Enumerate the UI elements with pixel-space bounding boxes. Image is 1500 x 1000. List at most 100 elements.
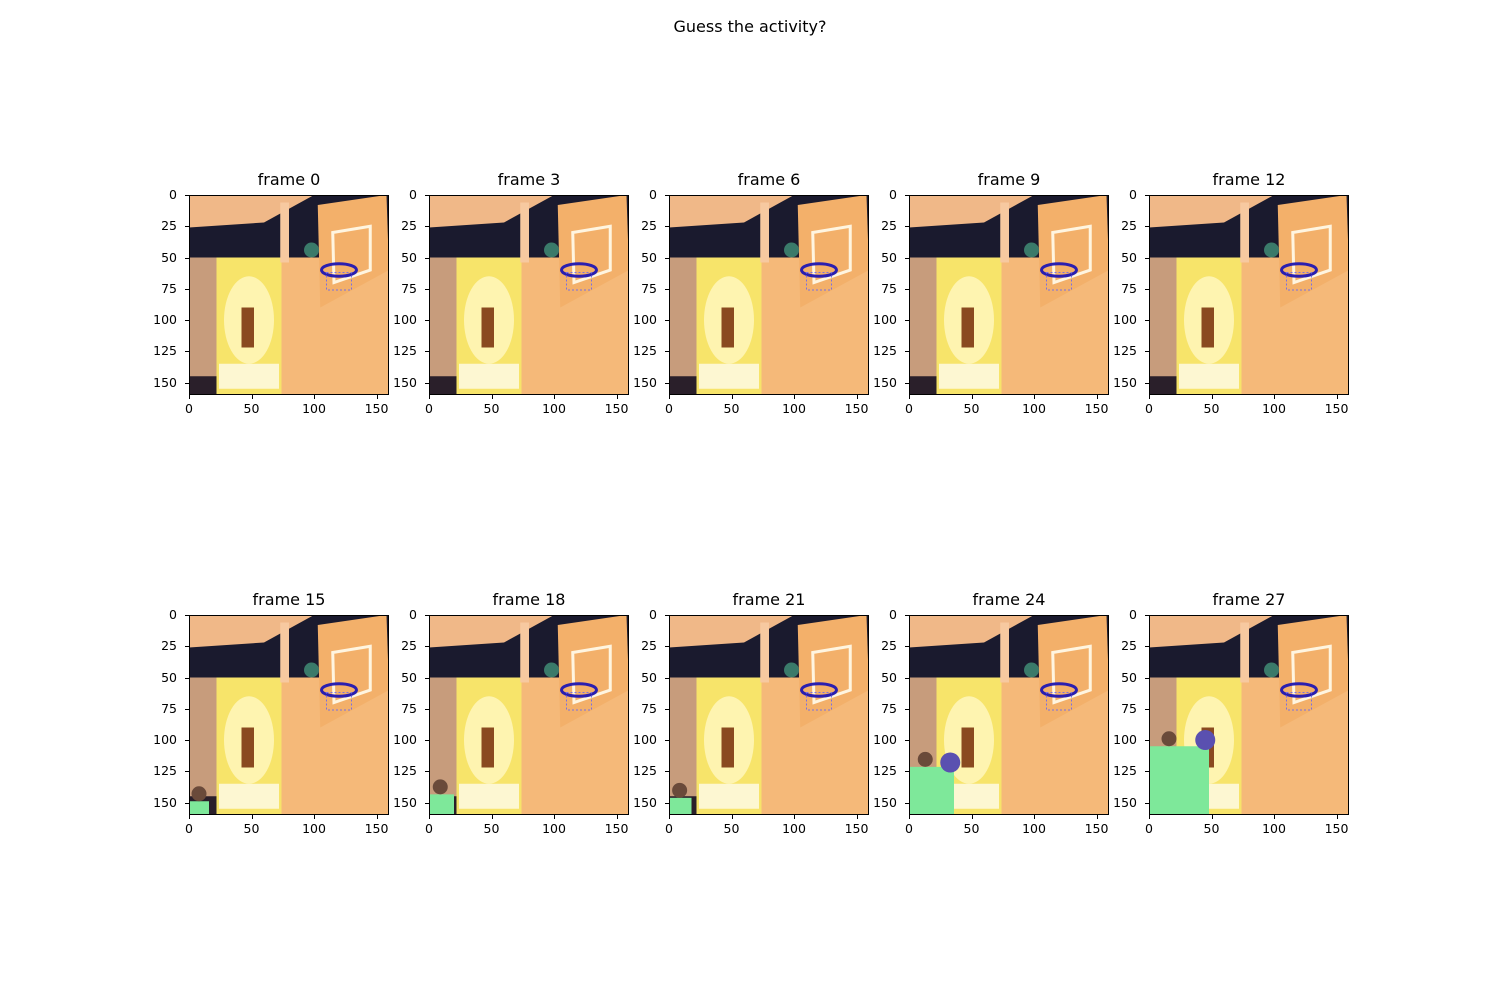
- x-tick: [314, 815, 315, 819]
- y-tick: [185, 708, 189, 710]
- y-tick: [905, 351, 909, 353]
- y-tick: [905, 771, 909, 773]
- x-tick: [429, 395, 430, 399]
- x-tick: [856, 815, 858, 819]
- y-tick: [905, 257, 909, 259]
- y-tick-label: 0: [409, 607, 417, 622]
- video-frame: [189, 195, 389, 395]
- y-tick: [185, 615, 189, 616]
- y-tick: [665, 382, 669, 384]
- x-tick-label: 150: [1324, 401, 1349, 416]
- y-tick-label: 100: [873, 732, 897, 747]
- x-tick: [794, 395, 795, 399]
- y-tick: [665, 615, 669, 616]
- y-tick-label: 100: [873, 312, 897, 327]
- wall-logo: [1264, 662, 1279, 678]
- y-tick-label: 50: [641, 669, 657, 685]
- wall-logo: [544, 242, 559, 258]
- y-tick-label: 25: [161, 638, 177, 654]
- panel-title: frame 24: [972, 590, 1046, 609]
- floor-shadow: [669, 376, 697, 395]
- y-tick-label: 150: [153, 794, 177, 810]
- wall-logo: [1024, 662, 1039, 678]
- y-tick: [425, 195, 429, 196]
- x-tick-label: 50: [1203, 821, 1220, 836]
- y-tick-label: 50: [401, 249, 417, 265]
- wall-logo: [784, 242, 799, 258]
- y-tick: [665, 257, 669, 259]
- player-body: [909, 766, 954, 815]
- y-tick-label: 25: [881, 638, 897, 654]
- x-tick-label: 50: [963, 401, 980, 416]
- y-tick: [905, 382, 909, 384]
- banner-figure: [961, 307, 974, 348]
- y-tick-label: 75: [881, 280, 897, 296]
- x-tick-label: 50: [483, 821, 500, 836]
- x-tick-label: 0: [185, 401, 193, 416]
- y-tick: [185, 226, 189, 228]
- y-tick-label: 50: [161, 249, 177, 265]
- player-head: [1161, 731, 1177, 747]
- y-tick-label: 125: [153, 763, 177, 779]
- x-tick: [1336, 395, 1338, 399]
- player-head: [191, 786, 207, 802]
- banner-figure: [1201, 307, 1214, 348]
- y-tick: [425, 708, 429, 710]
- x-tick-label: 0: [425, 821, 433, 836]
- player-body: [189, 801, 209, 815]
- y-tick: [905, 288, 909, 290]
- x-tick-label: 50: [243, 821, 260, 836]
- floor-shadow: [429, 376, 457, 395]
- y-tick-label: 75: [161, 700, 177, 716]
- x-tick: [1211, 815, 1213, 819]
- y-tick-label: 75: [881, 700, 897, 716]
- y-tick-label: 75: [161, 280, 177, 296]
- wall-logo: [784, 662, 799, 678]
- y-tick: [665, 226, 669, 228]
- y-tick: [665, 740, 669, 741]
- y-tick: [1145, 351, 1149, 353]
- y-tick-label: 0: [409, 187, 417, 202]
- y-tick-label: 150: [393, 794, 417, 810]
- y-tick: [905, 226, 909, 228]
- left-wall: [1149, 257, 1177, 395]
- y-tick: [1145, 195, 1149, 196]
- y-tick: [185, 646, 189, 648]
- y-tick-label: 50: [1121, 249, 1137, 265]
- y-tick: [665, 708, 669, 710]
- left-wall: [909, 257, 937, 395]
- x-tick: [1149, 395, 1150, 399]
- video-frame: [1149, 195, 1349, 395]
- y-tick-label: 100: [393, 732, 417, 747]
- x-tick-label: 150: [844, 401, 869, 416]
- panel-title: frame 0: [257, 170, 321, 189]
- x-tick-label: 150: [1084, 821, 1109, 836]
- left-wall: [189, 257, 217, 395]
- x-tick: [1274, 815, 1275, 819]
- banner-figure: [721, 727, 734, 768]
- wall-logo: [304, 242, 319, 258]
- x-tick: [731, 815, 733, 819]
- banner-caption: [699, 783, 759, 809]
- support-pole: [520, 202, 529, 263]
- banner-caption: [219, 363, 279, 389]
- support-pole: [280, 622, 289, 683]
- y-tick-label: 150: [633, 374, 657, 390]
- y-tick: [665, 288, 669, 290]
- x-tick-label: 0: [185, 821, 193, 836]
- wall-logo: [544, 662, 559, 678]
- x-tick: [971, 815, 973, 819]
- y-tick-label: 75: [401, 280, 417, 296]
- banner-figure: [961, 727, 974, 768]
- y-tick-label: 50: [881, 249, 897, 265]
- x-tick: [1034, 395, 1035, 399]
- x-tick: [251, 815, 253, 819]
- x-tick-label: 100: [542, 401, 566, 416]
- y-tick-label: 150: [873, 374, 897, 390]
- y-tick-label: 0: [889, 607, 897, 622]
- y-tick: [185, 288, 189, 290]
- y-tick-label: 125: [873, 343, 897, 359]
- y-tick-label: 25: [881, 218, 897, 234]
- y-tick-label: 0: [649, 187, 657, 202]
- x-tick: [616, 395, 618, 399]
